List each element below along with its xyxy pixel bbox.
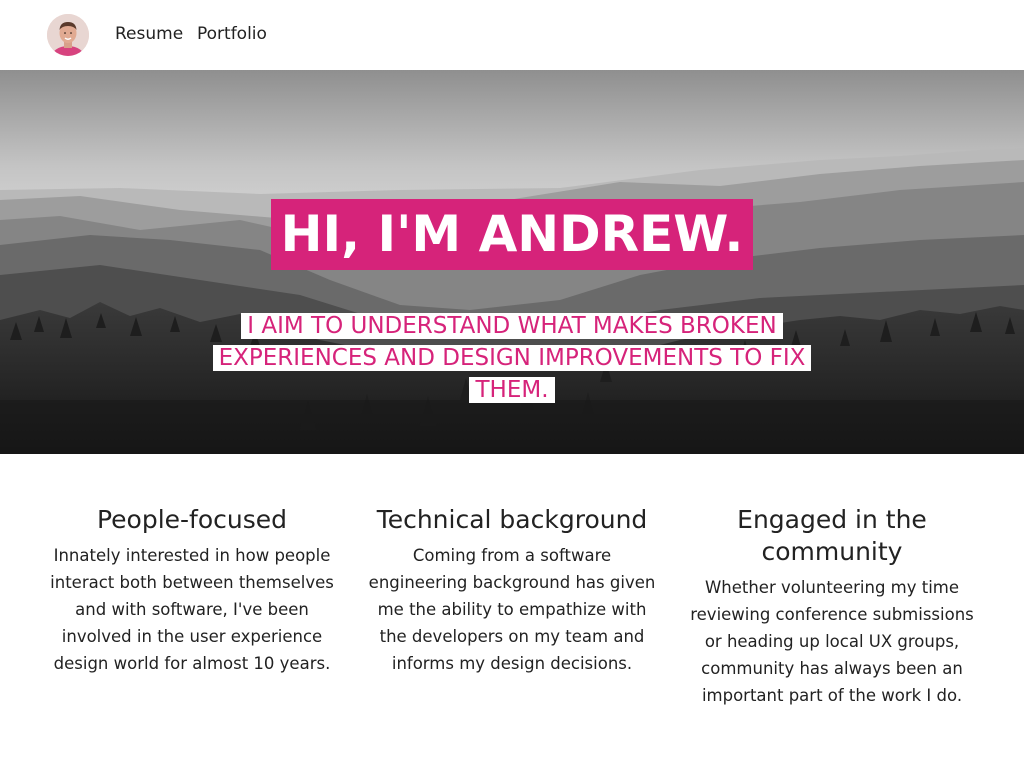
feature-community: Engaged in the community Whether volunte…	[686, 504, 978, 709]
feature-description: Whether volunteering my time reviewing c…	[690, 578, 974, 705]
features-section: People-focused Innately interested in ho…	[0, 454, 1024, 768]
feature-people-focused: People-focused Innately interested in ho…	[46, 504, 338, 677]
feature-description: Coming from a software engineering backg…	[368, 546, 656, 673]
site-header: Resume Portfolio	[0, 0, 1024, 70]
feature-title: People-focused	[96, 505, 288, 534]
feature-description: Innately interested in how people intera…	[50, 546, 334, 673]
user-avatar-icon	[47, 14, 89, 56]
nav-resume-link[interactable]: Resume	[115, 24, 183, 44]
hero-banner: HI, I'M ANDREW. I AIM TO UNDERSTAND WHAT…	[0, 70, 1024, 454]
hero-tagline: I AIM TO UNDERSTAND WHAT MAKES BROKEN EX…	[212, 313, 812, 403]
feature-technical-background: Technical background Coming from a softw…	[362, 504, 662, 677]
feature-title: Technical background	[376, 505, 648, 534]
avatar[interactable]	[47, 14, 89, 56]
feature-title: Engaged in the community	[737, 505, 927, 566]
nav-portfolio-link[interactable]: Portfolio	[197, 24, 267, 44]
hero-headline: HI, I'M ANDREW.	[270, 199, 754, 270]
